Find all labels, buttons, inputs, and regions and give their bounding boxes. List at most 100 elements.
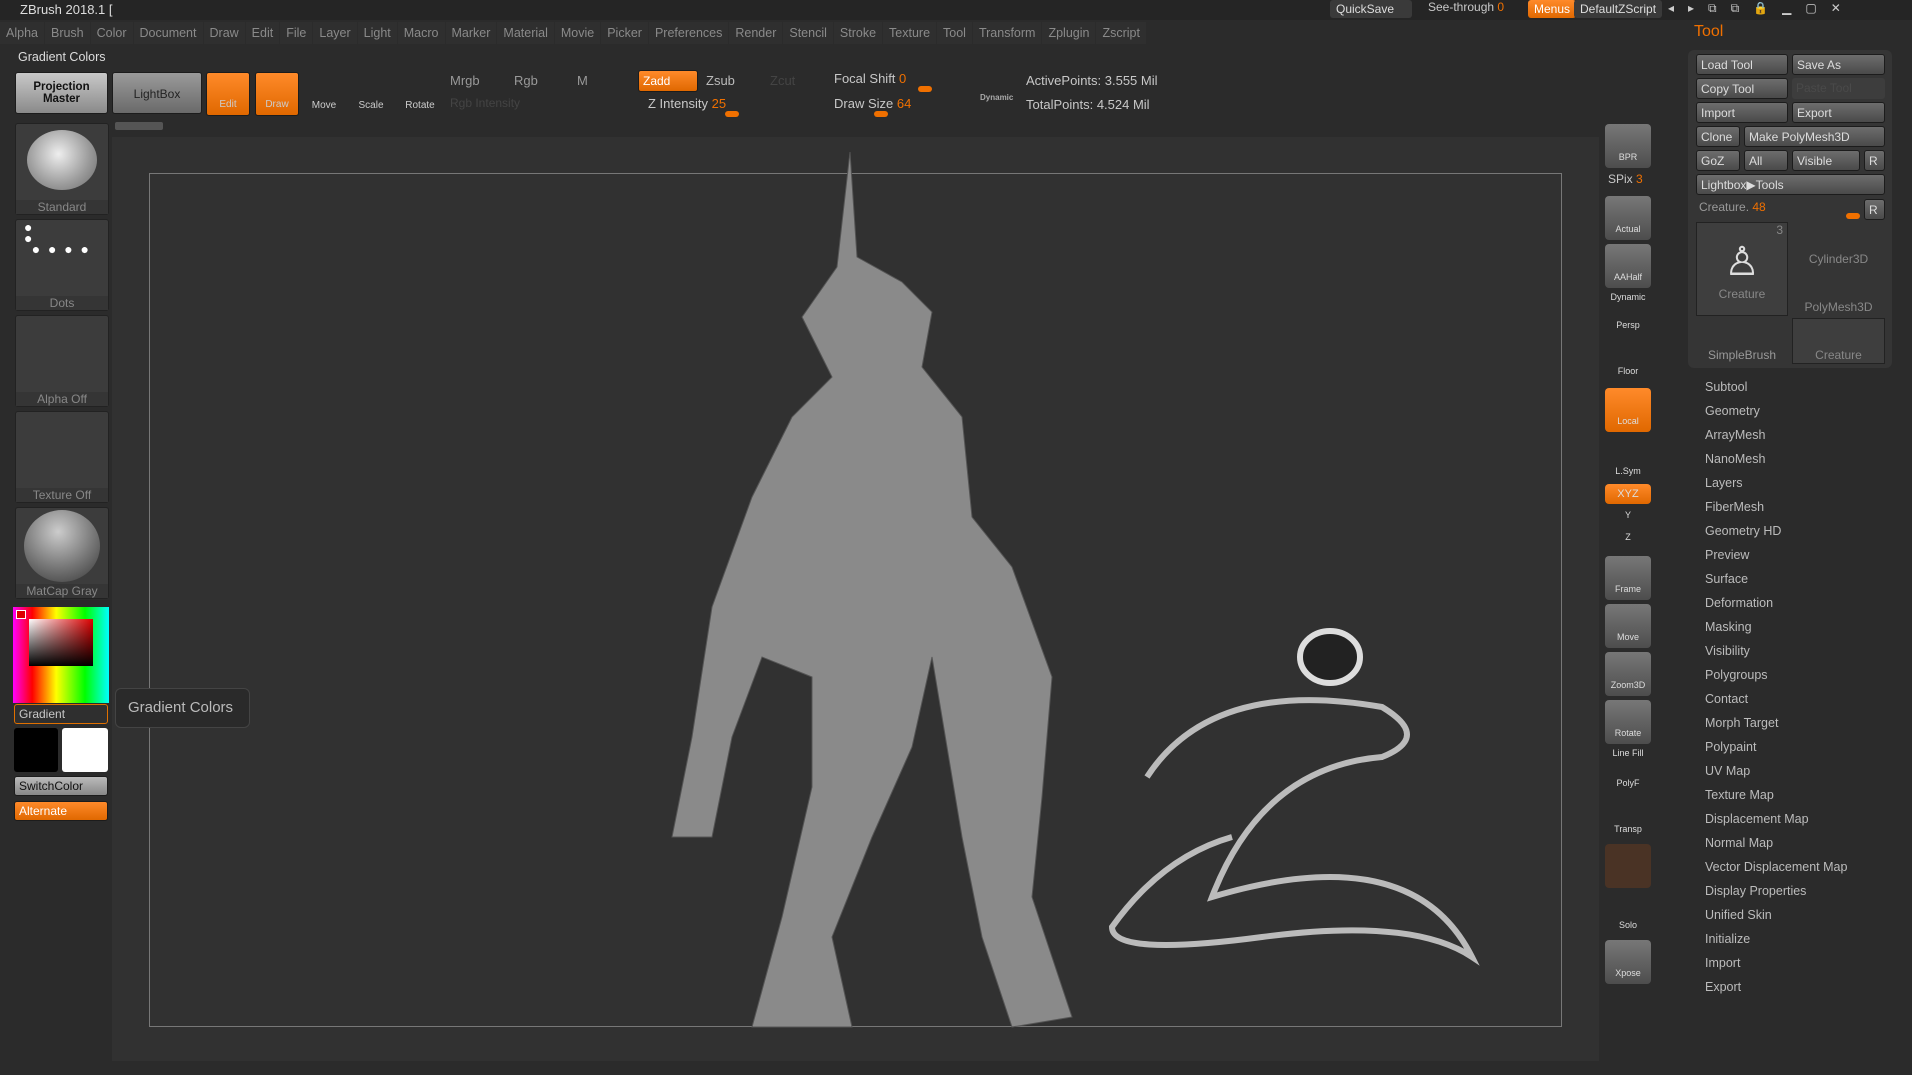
projection-master-button[interactable]: Projection Master	[15, 72, 108, 114]
color-saturation-square[interactable]	[29, 619, 93, 666]
spix-slider[interactable]: SPix 3	[1608, 172, 1643, 186]
subpalette-initialize[interactable]: Initialize	[1705, 932, 1750, 946]
goz-button[interactable]: GoZ	[1696, 150, 1740, 171]
export-button[interactable]: Export	[1792, 102, 1885, 123]
texture-thumbnail[interactable]: Texture Off	[15, 411, 109, 503]
persp-button[interactable]: Dynamic Persp	[1605, 290, 1651, 334]
menu-movie[interactable]: Movie	[554, 22, 601, 44]
mrgb-button[interactable]: Mrgb	[450, 73, 480, 88]
bpr-button[interactable]: BPR	[1605, 124, 1651, 168]
subpalette-fibermesh[interactable]: FiberMesh	[1705, 500, 1764, 514]
scale-button[interactable]: Scale	[349, 74, 393, 118]
focal-shift-slider[interactable]: Focal Shift 0	[834, 71, 906, 86]
frame-button[interactable]: Frame	[1605, 556, 1651, 600]
xyz-button[interactable]: XYZ	[1605, 484, 1651, 504]
import-button[interactable]: Import	[1696, 102, 1788, 123]
rgb-intensity-slider[interactable]: Rgb Intensity	[450, 96, 520, 110]
menu-marker[interactable]: Marker	[445, 22, 497, 44]
rgb-button[interactable]: Rgb	[514, 73, 538, 88]
draw-button[interactable]: Draw	[255, 72, 299, 116]
stroke-thumbnail[interactable]: ● ● ● ● ● ● Dots	[15, 219, 109, 311]
draw-size-knob[interactable]	[874, 111, 888, 117]
tool-thumb-creature[interactable]: 3 ♙ Creature	[1696, 222, 1788, 316]
subpalette-subtool[interactable]: Subtool	[1705, 380, 1747, 394]
subpalette-texture-map[interactable]: Texture Map	[1705, 788, 1774, 802]
goz-visible-button[interactable]: Visible	[1792, 150, 1860, 171]
menu-zplugin[interactable]: Zplugin	[1042, 22, 1096, 44]
zsub-button[interactable]: Zsub	[706, 73, 735, 88]
subpalette-layers[interactable]: Layers	[1705, 476, 1743, 490]
zoom3d-button[interactable]: Zoom3D	[1605, 652, 1651, 696]
m-button[interactable]: M	[577, 73, 588, 88]
window-controls[interactable]: ◂▸⧉⧉🔒▁▢✕	[1668, 1, 1855, 16]
menu-edit[interactable]: Edit	[245, 22, 280, 44]
polyf-button[interactable]: Line Fill PolyF	[1605, 748, 1651, 792]
z-intensity-slider[interactable]: Z Intensity 25	[648, 96, 726, 111]
menu-layer[interactable]: Layer	[313, 22, 357, 44]
menu-macro[interactable]: Macro	[397, 22, 445, 44]
lightbox-tools-button[interactable]: Lightbox▶Tools	[1696, 174, 1885, 195]
quicksave-button[interactable]: QuickSave	[1330, 0, 1412, 18]
tool-palette-title[interactable]: Tool	[1694, 23, 1723, 41]
menu-picker[interactable]: Picker	[601, 22, 648, 44]
subpalette-nanomesh[interactable]: NanoMesh	[1705, 452, 1765, 466]
actual-button[interactable]: Actual	[1605, 196, 1651, 240]
secondary-color-swatch[interactable]	[62, 728, 108, 772]
subpalette-surface[interactable]: Surface	[1705, 572, 1748, 586]
move-button[interactable]: Move	[302, 74, 346, 118]
subpalette-display-properties[interactable]: Display Properties	[1705, 884, 1806, 898]
dynamic-button[interactable]: Dynamic	[980, 93, 1013, 102]
menu-draw[interactable]: Draw	[203, 22, 245, 44]
local-button[interactable]: Local	[1605, 388, 1651, 432]
menu-file[interactable]: File	[280, 22, 313, 44]
z-button[interactable]: Z	[1605, 528, 1651, 548]
switch-color-button[interactable]: SwitchColor	[14, 776, 108, 796]
hue-marker[interactable]	[16, 610, 26, 619]
menu-transform[interactable]: Transform	[972, 22, 1042, 44]
menu-alpha[interactable]: Alpha	[0, 22, 44, 44]
subpalette-import[interactable]: Import	[1705, 956, 1740, 970]
menu-tool[interactable]: Tool	[937, 22, 972, 44]
menu-material[interactable]: Material	[497, 22, 554, 44]
tool-thumb-creature-2[interactable]: Creature	[1792, 318, 1885, 364]
subpalette-polygroups[interactable]: Polygroups	[1705, 668, 1768, 682]
brush-thumbnail[interactable]: Standard	[15, 123, 109, 215]
menu-zscript[interactable]: Zscript	[1096, 22, 1146, 44]
subpalette-contact[interactable]: Contact	[1705, 692, 1748, 706]
menu-texture[interactable]: Texture	[883, 22, 937, 44]
menu-light[interactable]: Light	[357, 22, 397, 44]
tool-thumb-simplebrush[interactable]: SimpleBrush	[1696, 318, 1788, 364]
subpalette-arraymesh[interactable]: ArrayMesh	[1705, 428, 1765, 442]
color-picker[interactable]	[13, 607, 109, 703]
menu-document[interactable]: Document	[133, 22, 203, 44]
rotate-view-button[interactable]: Rotate	[1605, 700, 1651, 744]
y-button[interactable]: Y	[1605, 506, 1651, 526]
make-polymesh-button[interactable]: Make PolyMesh3D	[1744, 126, 1885, 147]
subpalette-vector-displacement-map[interactable]: Vector Displacement Map	[1705, 860, 1847, 874]
menu-stencil[interactable]: Stencil	[783, 22, 833, 44]
tool-r-button[interactable]: R	[1864, 199, 1885, 220]
rotate-button[interactable]: Rotate	[398, 74, 442, 118]
lightbox-button[interactable]: LightBox	[112, 72, 202, 114]
alpha-thumbnail[interactable]: Alpha Off	[15, 315, 109, 407]
ghost-button[interactable]	[1605, 844, 1651, 888]
current-tool-slider[interactable]: Creature. 48	[1699, 200, 1766, 214]
solo-button[interactable]: Solo	[1605, 892, 1651, 936]
load-tool-button[interactable]: Load Tool	[1696, 54, 1788, 75]
canvas-scrollbar[interactable]	[115, 122, 163, 130]
menu-brush[interactable]: Brush	[44, 22, 90, 44]
focal-shift-knob[interactable]	[918, 86, 932, 92]
subpalette-displacement-map[interactable]: Displacement Map	[1705, 812, 1809, 826]
menu-stroke[interactable]: Stroke	[833, 22, 883, 44]
menu-preferences[interactable]: Preferences	[648, 22, 729, 44]
subpalette-uv-map[interactable]: UV Map	[1705, 764, 1750, 778]
gradient-toggle[interactable]: Gradient	[14, 704, 108, 724]
subpalette-geometry-hd[interactable]: Geometry HD	[1705, 524, 1781, 538]
draw-size-slider[interactable]: Draw Size 64	[834, 96, 911, 111]
goz-r-button[interactable]: R	[1864, 150, 1885, 171]
menus-button[interactable]: Menus	[1528, 0, 1577, 18]
copy-tool-button[interactable]: Copy Tool	[1696, 78, 1788, 99]
subpalette-deformation[interactable]: Deformation	[1705, 596, 1773, 610]
aahalf-button[interactable]: AAHalf	[1605, 244, 1651, 288]
floor-button[interactable]: Floor	[1605, 338, 1651, 382]
